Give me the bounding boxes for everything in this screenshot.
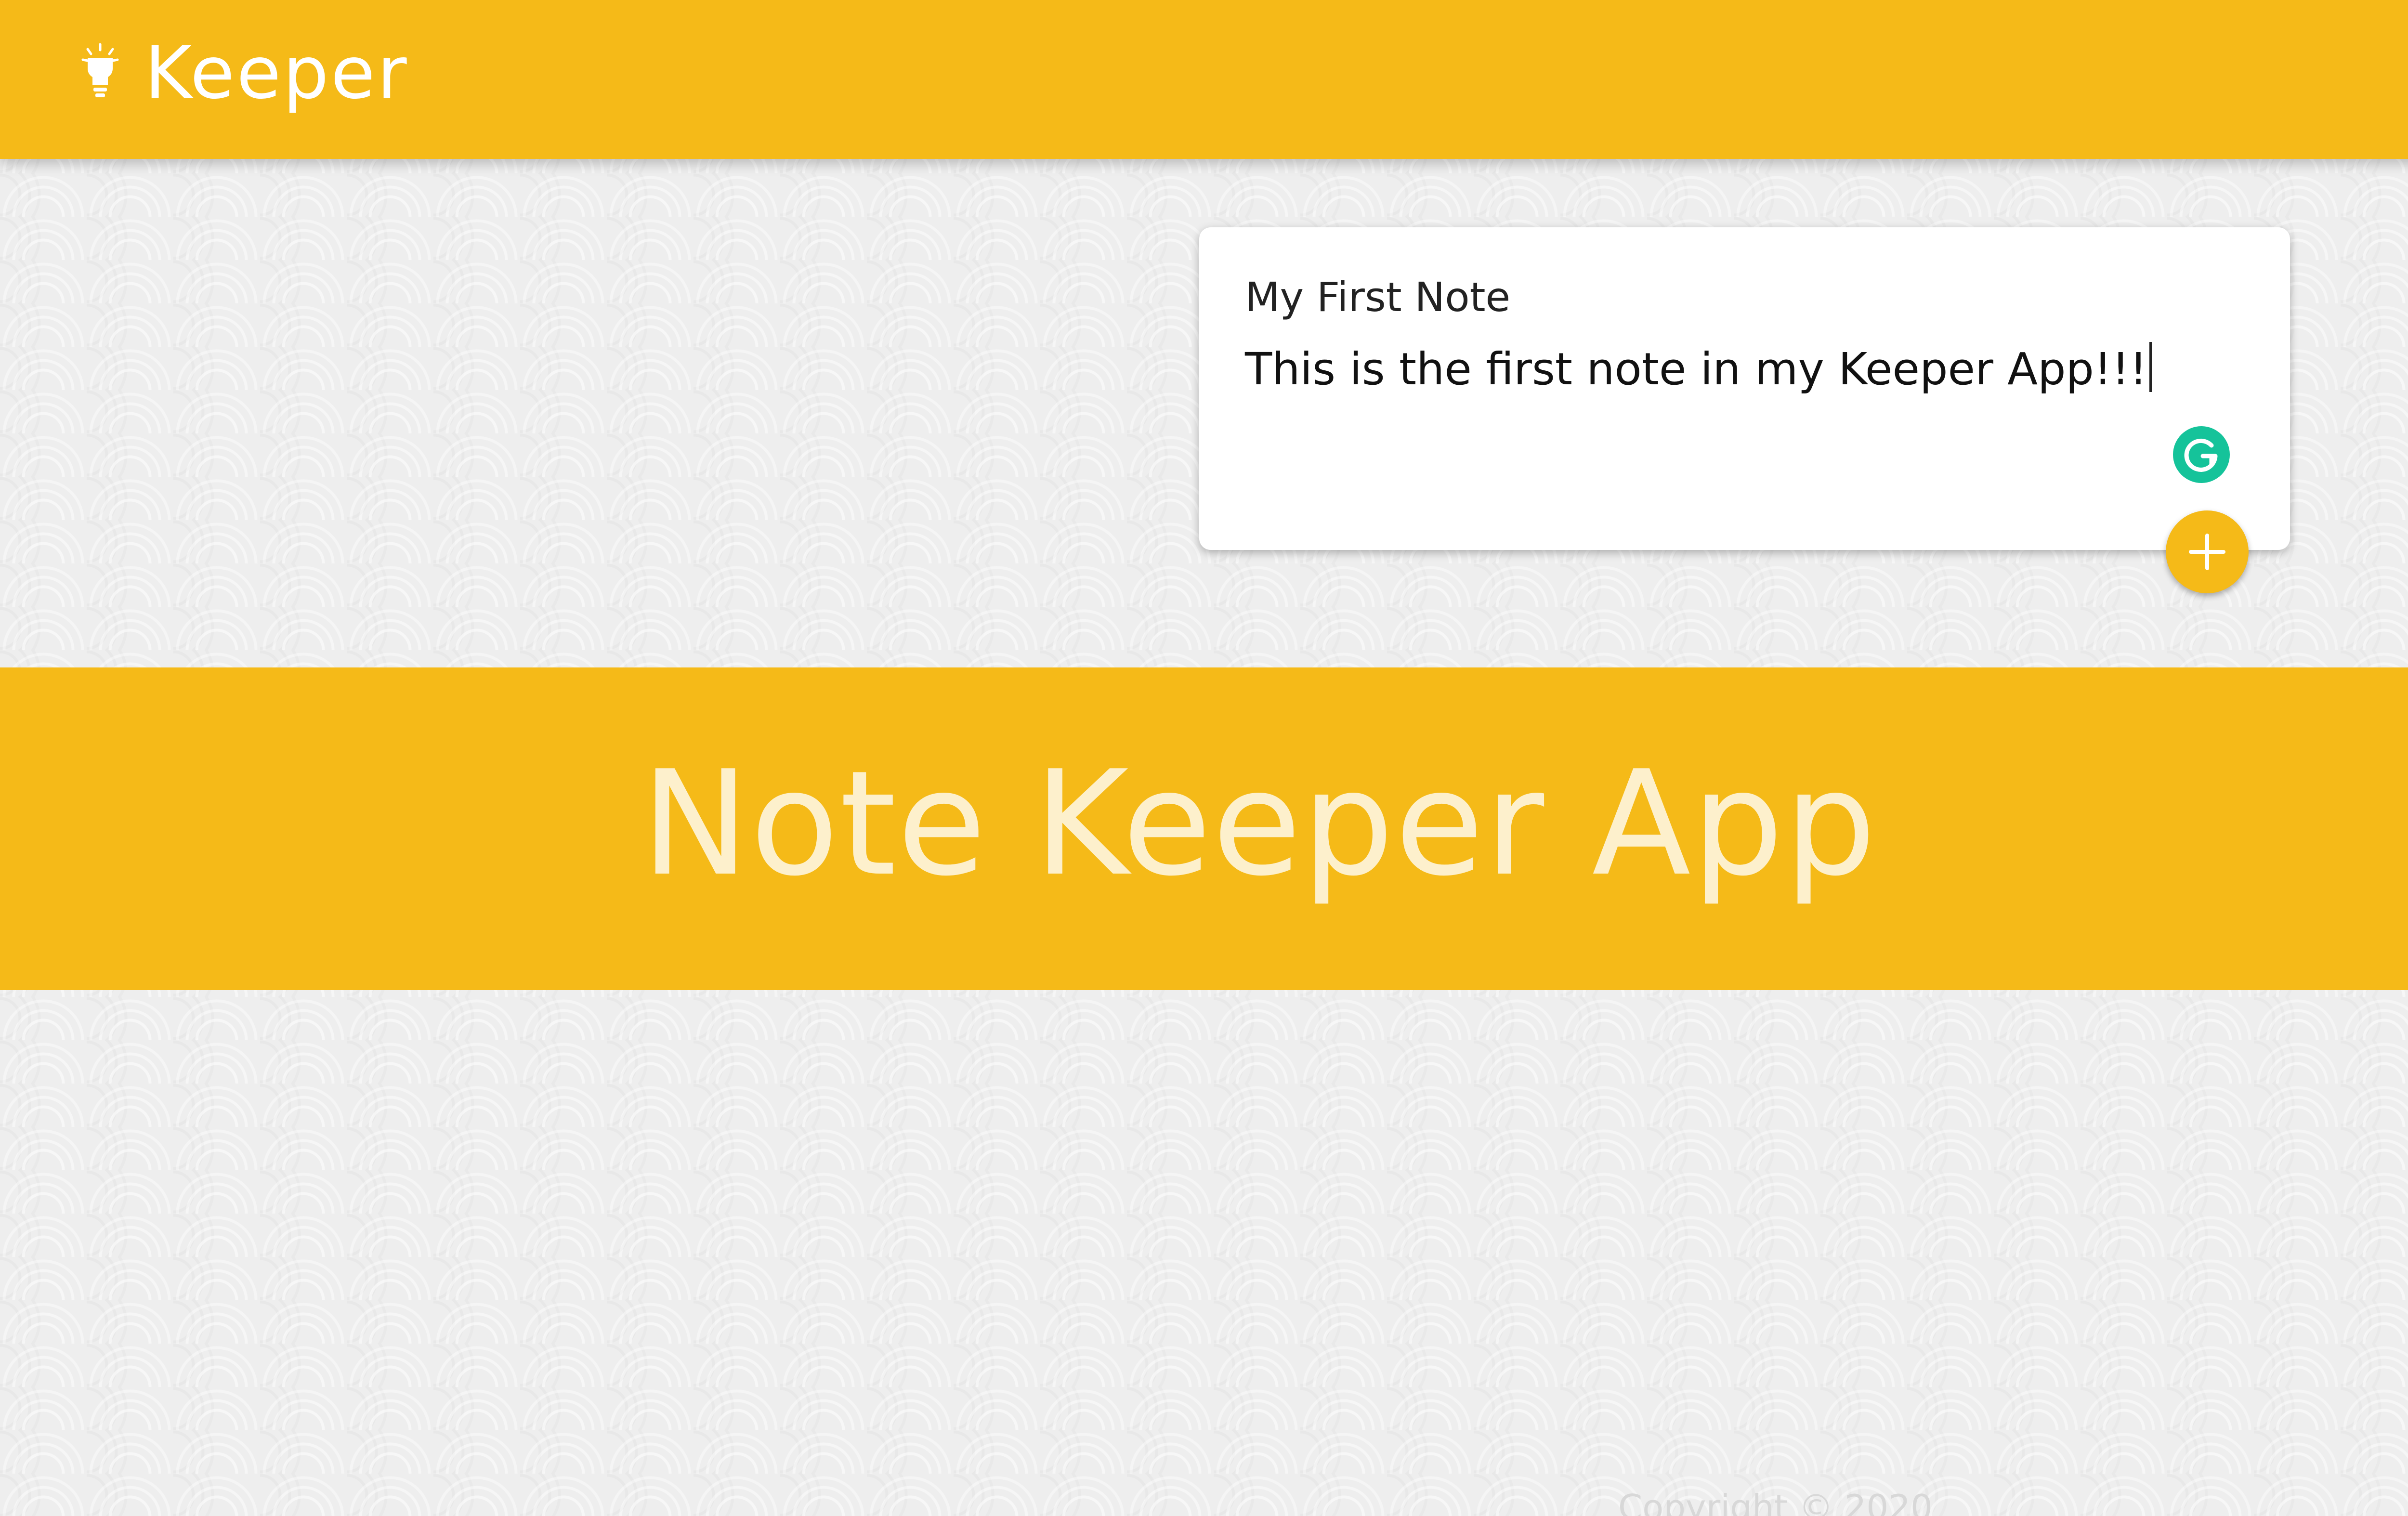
note-title-value: My First Note — [1245, 274, 1511, 321]
copyright-text: Copyright © 2020 — [1618, 1487, 1933, 1516]
note-content-value: This is the first note in my Keeper App!… — [1245, 343, 2147, 395]
note-title-input[interactable]: My First Note — [1245, 271, 1510, 324]
hero-banner: Note Keeper App — [0, 667, 2408, 990]
app-title: Keeper — [144, 31, 409, 115]
create-note-form: My First Note This is the first note in … — [1199, 227, 2290, 550]
add-note-button[interactable] — [2166, 510, 2249, 593]
text-cursor — [2149, 342, 2152, 392]
plus-icon — [2189, 534, 2225, 570]
banner-title: Note Keeper App — [641, 740, 1877, 908]
grammarly-icon[interactable] — [2173, 426, 2230, 483]
app-header: Keeper — [0, 0, 2408, 159]
note-content-textarea[interactable]: This is the first note in my Keeper App!… — [1245, 340, 2152, 398]
lightbulb-icon — [81, 42, 119, 100]
